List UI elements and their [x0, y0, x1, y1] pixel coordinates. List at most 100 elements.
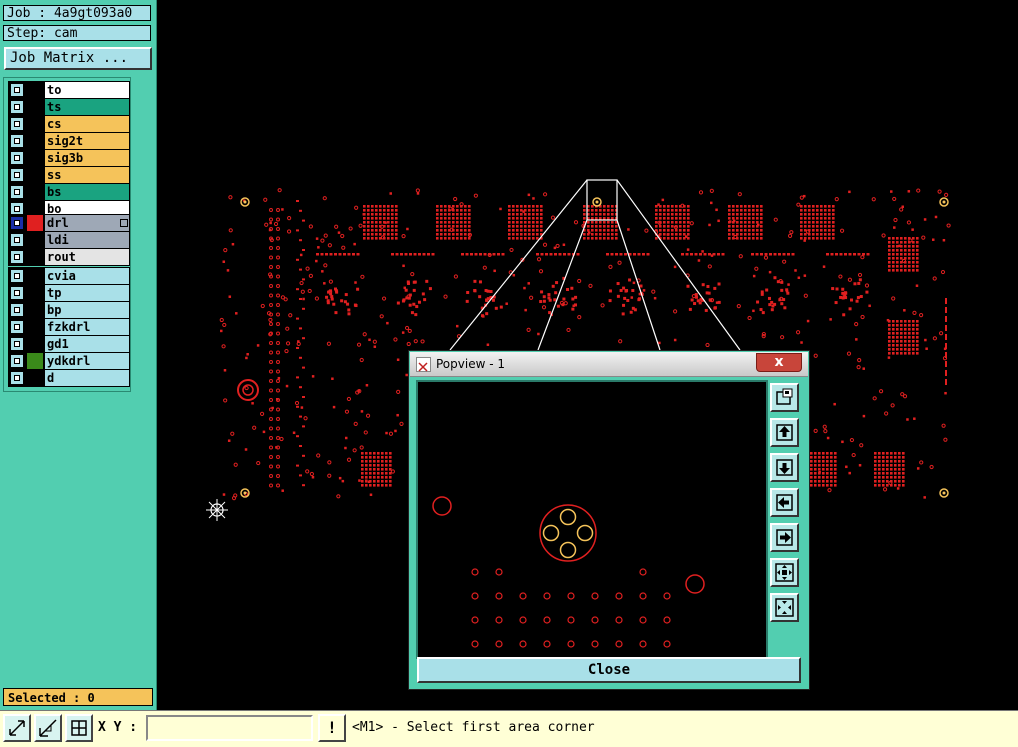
layer-checkbox[interactable]	[11, 270, 23, 282]
zoom-home-icon[interactable]	[770, 383, 799, 412]
layer-color-swatch[interactable]	[27, 353, 43, 369]
component-footprint	[461, 253, 505, 318]
layer-checkbox[interactable]	[11, 338, 23, 350]
layer-checkbox[interactable]	[11, 251, 23, 263]
layer-name[interactable]: cs	[45, 116, 129, 132]
layer-color-swatch[interactable]	[27, 150, 43, 166]
layer-name[interactable]: to	[45, 82, 129, 98]
layer-checkbox[interactable]	[11, 186, 23, 198]
edge-mark	[945, 325, 947, 331]
layer-name[interactable]: ldi	[45, 232, 129, 248]
popview-close-icon[interactable]: x	[756, 353, 802, 372]
layer-row-rout[interactable]: rout	[9, 249, 129, 265]
popview-close-button[interactable]: Close	[417, 657, 801, 683]
via-pad	[432, 496, 452, 516]
layer-color-swatch[interactable]	[27, 167, 43, 183]
layer-name[interactable]: drl	[45, 215, 129, 231]
layer-color-swatch[interactable]	[27, 99, 43, 115]
layer-color-swatch[interactable]	[27, 285, 43, 301]
layer-checkbox[interactable]	[11, 287, 23, 299]
layer-name[interactable]: rout	[45, 249, 129, 265]
layer-row-ldi[interactable]: ldi	[9, 232, 129, 249]
popview-zoom-view[interactable]	[418, 382, 762, 653]
grid-snap-icon[interactable]	[65, 714, 93, 742]
layer-checkbox[interactable]	[11, 304, 23, 316]
layer-color-swatch[interactable]	[27, 82, 43, 98]
popview-canvas[interactable]	[416, 380, 768, 659]
layer-row-bs[interactable]: bs	[9, 184, 129, 201]
pan-up-icon[interactable]	[770, 418, 799, 447]
layer-checkbox[interactable]	[11, 118, 23, 130]
layer-color-swatch[interactable]	[27, 319, 43, 335]
layer-color-swatch[interactable]	[27, 268, 43, 284]
layer-color-swatch[interactable]	[27, 232, 43, 248]
layer-color-swatch[interactable]	[27, 116, 43, 132]
layer-color-swatch[interactable]	[27, 370, 43, 386]
layer-color-swatch[interactable]	[27, 215, 43, 231]
layer-color-swatch[interactable]	[27, 249, 43, 265]
layer-checkbox[interactable]	[11, 135, 23, 147]
mounting-hole	[539, 504, 597, 562]
measure-icon[interactable]	[34, 714, 62, 742]
layer-row-cvia[interactable]: cvia	[9, 268, 129, 285]
layer-checkbox[interactable]	[11, 101, 23, 113]
layer-row-bp[interactable]: bp	[9, 302, 129, 319]
zoom-out-icon[interactable]	[770, 593, 799, 622]
layer-checkbox[interactable]	[11, 217, 23, 229]
layer-row-to[interactable]: to	[9, 82, 129, 99]
pan-left-icon[interactable]	[770, 488, 799, 517]
layer-color-swatch[interactable]	[27, 302, 43, 318]
popview-title: Popview - 1	[436, 357, 505, 371]
xy-label: X Y :	[98, 720, 138, 735]
status-message: <M1> - Select first area corner	[352, 720, 595, 735]
bga-pad-array	[363, 205, 398, 240]
layer-row-drl[interactable]: drl	[9, 215, 129, 232]
layer-row-sig2t[interactable]: sig2t	[9, 133, 129, 150]
pan-down-icon[interactable]	[770, 453, 799, 482]
layer-color-swatch[interactable]	[27, 133, 43, 149]
layer-color-swatch[interactable]	[27, 184, 43, 200]
layer-name[interactable]: fzkdrl	[45, 319, 129, 335]
layer-checkbox[interactable]	[11, 355, 23, 367]
layer-color-swatch[interactable]	[27, 336, 43, 352]
pan-right-icon[interactable]	[770, 523, 799, 552]
layer-checkbox[interactable]	[11, 152, 23, 164]
layer-name[interactable]: ss	[45, 167, 129, 183]
component-footprint	[391, 253, 435, 317]
layer-name[interactable]: bs	[45, 184, 129, 200]
layer-checkbox[interactable]	[11, 84, 23, 96]
zoom-area-icon[interactable]	[3, 714, 31, 742]
layer-checkbox[interactable]	[11, 169, 23, 181]
alert-icon[interactable]: !	[318, 714, 346, 742]
layer-checkbox[interactable]	[11, 234, 23, 246]
layer-name[interactable]: gd1	[45, 336, 129, 352]
bga-pad-array	[800, 205, 835, 240]
layer-row-gd1[interactable]: gd1	[9, 336, 129, 353]
layer-row-d[interactable]: d	[9, 370, 129, 386]
layer-name[interactable]: ydkdrl	[45, 353, 129, 369]
xy-input[interactable]	[146, 715, 313, 741]
board-layer-group: to ts cs sig2t sig3b ss bs bo	[8, 81, 130, 218]
layer-row-cs[interactable]: cs	[9, 116, 129, 133]
zoom-in-icon[interactable]	[770, 558, 799, 587]
layer-checkbox[interactable]	[11, 321, 23, 333]
layer-checkbox[interactable]	[11, 372, 23, 384]
popview-titlebar[interactable]: Popview - 1 x	[410, 352, 808, 377]
layer-name[interactable]: bp	[45, 302, 129, 318]
job-matrix-button[interactable]: Job Matrix ...	[4, 47, 152, 70]
layer-name[interactable]: sig2t	[45, 133, 129, 149]
layer-row-fzkdrl[interactable]: fzkdrl	[9, 319, 129, 336]
job-panel: Job : 4a9gt093a0 Step: cam Job Matrix ..…	[0, 0, 157, 710]
layer-row-ts[interactable]: ts	[9, 99, 129, 116]
layer-name[interactable]: cvia	[45, 268, 129, 284]
layer-name[interactable]: ts	[45, 99, 129, 115]
bga-pad-array	[655, 205, 690, 240]
layer-name[interactable]: tp	[45, 285, 129, 301]
layer-row-tp[interactable]: tp	[9, 285, 129, 302]
layer-row-ydkdrl[interactable]: ydkdrl	[9, 353, 129, 370]
layer-row-sig3b[interactable]: sig3b	[9, 150, 129, 167]
left-pad-columns	[269, 200, 305, 488]
layer-name[interactable]: d	[45, 370, 129, 386]
layer-row-ss[interactable]: ss	[9, 167, 129, 184]
layer-name[interactable]: sig3b	[45, 150, 129, 166]
